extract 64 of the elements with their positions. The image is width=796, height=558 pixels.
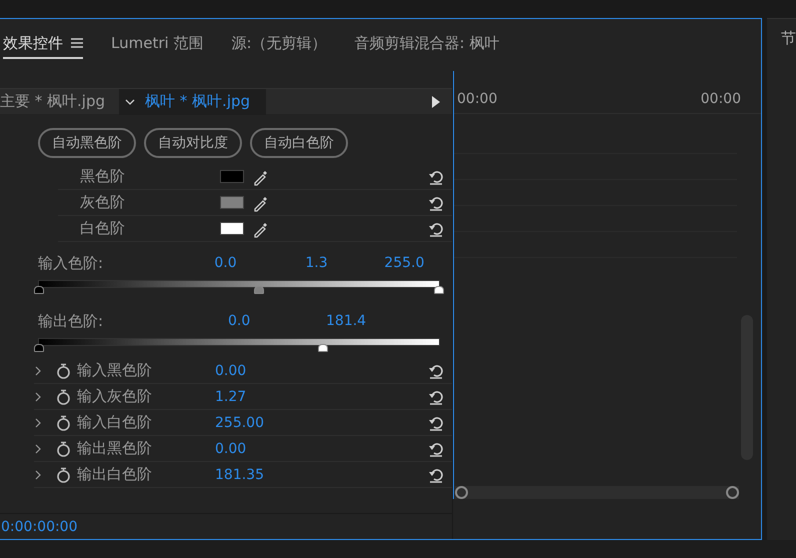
reset-icon[interactable] — [428, 220, 444, 236]
horizontal-scrollbar[interactable] — [455, 486, 739, 499]
reset-icon[interactable] — [428, 362, 444, 378]
level-value[interactable]: 0.0 — [228, 313, 326, 329]
level-value[interactable]: 0.0 — [214, 255, 306, 271]
swatch-label: 黑色阶 — [79, 167, 126, 186]
reset-icon[interactable] — [428, 440, 444, 456]
panel-tab[interactable]: Lumetri 范围 — [111, 30, 204, 58]
color-swatch[interactable] — [220, 170, 244, 183]
color-swatch[interactable] — [220, 222, 244, 235]
panel-tab[interactable]: 效果控件 — [3, 30, 83, 58]
chevron-right-icon[interactable] — [34, 418, 42, 428]
slider-handle[interactable] — [434, 286, 444, 294]
parameter-value[interactable]: 0.00 — [215, 362, 295, 378]
level-label: 输出色阶: — [38, 312, 104, 330]
level-value[interactable]: 1.3 — [305, 255, 384, 271]
reset-icon[interactable] — [428, 168, 444, 184]
parameter-label: 输出白色阶 — [77, 465, 153, 484]
level-label: 输入色阶: — [38, 254, 104, 272]
stopwatch-icon[interactable] — [56, 362, 71, 378]
auto-level-button[interactable]: 自动黑色阶 — [38, 128, 136, 158]
chevron-right-icon[interactable] — [34, 444, 42, 454]
chevron-right-icon[interactable] — [34, 366, 42, 376]
reset-icon[interactable] — [428, 194, 444, 210]
panel-tab[interactable]: 音频剪辑混合器: 枫叶 — [354, 30, 500, 58]
parameter-value[interactable]: 0.00 — [215, 440, 295, 456]
reset-icon[interactable] — [428, 414, 444, 430]
stopwatch-icon[interactable] — [56, 466, 71, 482]
parameter-value[interactable]: 1.27 — [215, 388, 295, 404]
slider-handle[interactable] — [34, 344, 44, 352]
ruler-time-label: 00:00 — [700, 91, 741, 107]
parameter-label: 输出黑色阶 — [77, 439, 153, 458]
clip-dropdown[interactable]: 枫叶 * 枫叶.jpg — [119, 88, 266, 114]
reset-icon[interactable] — [428, 388, 444, 404]
swatch-label: 灰色阶 — [79, 193, 126, 212]
ruler-time-label: 00:00 — [457, 91, 498, 107]
parameter-value[interactable]: 181.35 — [215, 466, 295, 482]
parameter-label: 输入黑色阶 — [77, 361, 153, 380]
reset-icon[interactable] — [428, 466, 444, 482]
slider-handle[interactable] — [318, 344, 328, 352]
parameter-label: 输入灰色阶 — [77, 387, 153, 406]
stopwatch-icon[interactable] — [56, 440, 71, 456]
level-value[interactable]: 181.4 — [326, 313, 411, 329]
slider-handle[interactable] — [254, 286, 264, 294]
parameter-label: 输入白色阶 — [77, 413, 153, 432]
chevron-down-icon — [125, 98, 136, 104]
time-ruler[interactable]: 00:00 00:00 — [453, 88, 761, 114]
timecode[interactable]: 0:00:00:00 — [1, 518, 78, 534]
panel-tab[interactable]: 源:（无剪辑） — [231, 30, 326, 58]
auto-level-button[interactable]: 自动对比度 — [144, 128, 242, 158]
slider-handle[interactable] — [34, 286, 44, 294]
chevron-right-icon[interactable] — [34, 470, 42, 480]
panel-tab[interactable]: 节 — [781, 29, 796, 48]
menu-icon[interactable] — [71, 38, 83, 48]
play-icon[interactable] — [432, 96, 440, 108]
auto-level-button[interactable]: 自动白色阶 — [250, 128, 348, 158]
stopwatch-icon[interactable] — [56, 388, 71, 404]
parameter-value[interactable]: 255.00 — [215, 414, 295, 430]
chevron-right-icon[interactable] — [34, 392, 42, 402]
stopwatch-icon[interactable] — [56, 414, 71, 430]
color-swatch[interactable] — [220, 196, 244, 209]
master-clip-label[interactable]: 主要 * 枫叶.jpg — [0, 92, 120, 111]
level-value[interactable]: 255.0 — [384, 255, 440, 271]
swatch-label: 白色阶 — [79, 219, 126, 238]
